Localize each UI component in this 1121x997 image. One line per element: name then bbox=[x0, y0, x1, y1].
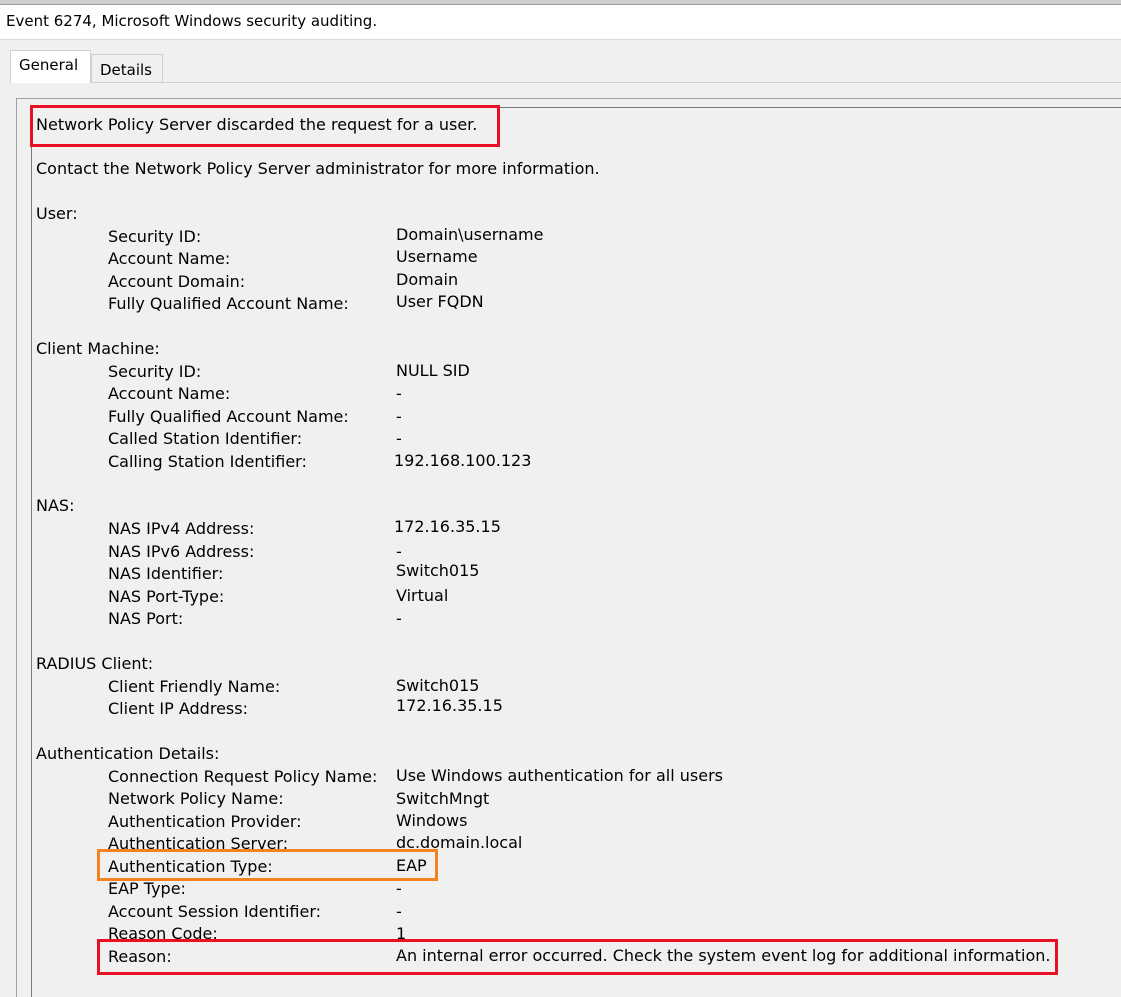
field-value: Domain\username bbox=[396, 225, 544, 244]
event-contact-info: Contact the Network Policy Server admini… bbox=[36, 159, 600, 178]
section-heading-authentication-details: Authentication Details: bbox=[36, 744, 220, 763]
field-value: 1 bbox=[396, 924, 407, 943]
field-label: Client IP Address: bbox=[108, 699, 248, 718]
field-label: Account Name: bbox=[108, 384, 231, 403]
field-label: Authentication Server: bbox=[108, 834, 289, 853]
field-value: dc.domain.local bbox=[396, 833, 523, 852]
field-value: - bbox=[396, 879, 402, 898]
field-value: 192.168.100.123 bbox=[394, 451, 532, 470]
field-value: Windows bbox=[396, 811, 468, 830]
field-label: Account Name: bbox=[108, 249, 231, 268]
field-label: Reason Code: bbox=[108, 924, 218, 943]
section-heading-client-machine: Client Machine: bbox=[36, 339, 160, 358]
tab-general[interactable]: General bbox=[10, 50, 91, 83]
field-value: - bbox=[396, 609, 402, 628]
section-heading-nas: NAS: bbox=[36, 496, 75, 515]
tab-details[interactable]: Details bbox=[91, 54, 163, 83]
field-value: 172.16.35.15 bbox=[396, 696, 503, 715]
field-value: SwitchMngt bbox=[396, 789, 490, 808]
field-value: EAP bbox=[396, 856, 427, 875]
field-label: Calling Station Identifier: bbox=[108, 452, 307, 471]
field-label: EAP Type: bbox=[108, 879, 186, 898]
field-value: - bbox=[396, 429, 402, 448]
section-heading-user: User: bbox=[36, 204, 78, 223]
field-value: Use Windows authentication for all users bbox=[396, 766, 723, 785]
field-value: 172.16.35.15 bbox=[394, 517, 501, 536]
field-label: Account Domain: bbox=[108, 272, 246, 291]
field-value: User FQDN bbox=[396, 292, 484, 311]
field-label: Called Station Identifier: bbox=[108, 429, 303, 448]
field-label: Client Friendly Name: bbox=[108, 677, 281, 696]
field-value: - bbox=[396, 407, 402, 426]
field-label: Network Policy Name: bbox=[108, 789, 284, 808]
event-title: Event 6274, Microsoft Windows security a… bbox=[6, 12, 378, 30]
field-label: Authentication Provider: bbox=[108, 812, 302, 831]
field-value: An internal error occurred. Check the sy… bbox=[396, 946, 1051, 965]
field-label: NAS Port: bbox=[108, 609, 184, 628]
event-title-bar: Event 6274, Microsoft Windows security a… bbox=[0, 5, 1121, 40]
field-value: NULL SID bbox=[396, 361, 470, 380]
field-label: Security ID: bbox=[108, 227, 202, 246]
field-label: NAS IPv4 Address: bbox=[108, 519, 255, 538]
field-label: Connection Request Policy Name: bbox=[108, 767, 378, 786]
field-label: NAS Port-Type: bbox=[108, 587, 225, 606]
field-label: Fully Qualified Account Name: bbox=[108, 294, 349, 313]
field-label: Authentication Type: bbox=[108, 857, 273, 876]
field-value: Virtual bbox=[396, 586, 449, 605]
field-value: - bbox=[396, 902, 402, 921]
field-label: Fully Qualified Account Name: bbox=[108, 407, 349, 426]
field-label: Security ID: bbox=[108, 362, 202, 381]
field-label: NAS IPv6 Address: bbox=[108, 542, 255, 561]
field-value: Switch015 bbox=[396, 561, 480, 580]
field-label: Account Session Identifier: bbox=[108, 902, 322, 921]
field-label: Reason: bbox=[108, 947, 172, 966]
field-value: Switch015 bbox=[396, 676, 480, 695]
field-label: NAS Identifier: bbox=[108, 564, 224, 583]
field-value: Domain bbox=[396, 270, 459, 289]
section-heading-radius-client: RADIUS Client: bbox=[36, 654, 154, 673]
field-value: Username bbox=[396, 247, 478, 266]
field-value: - bbox=[396, 384, 402, 403]
tab-pane-divider bbox=[10, 82, 1121, 83]
event-message: Network Policy Server discarded the requ… bbox=[36, 115, 478, 134]
field-value: - bbox=[396, 542, 402, 561]
